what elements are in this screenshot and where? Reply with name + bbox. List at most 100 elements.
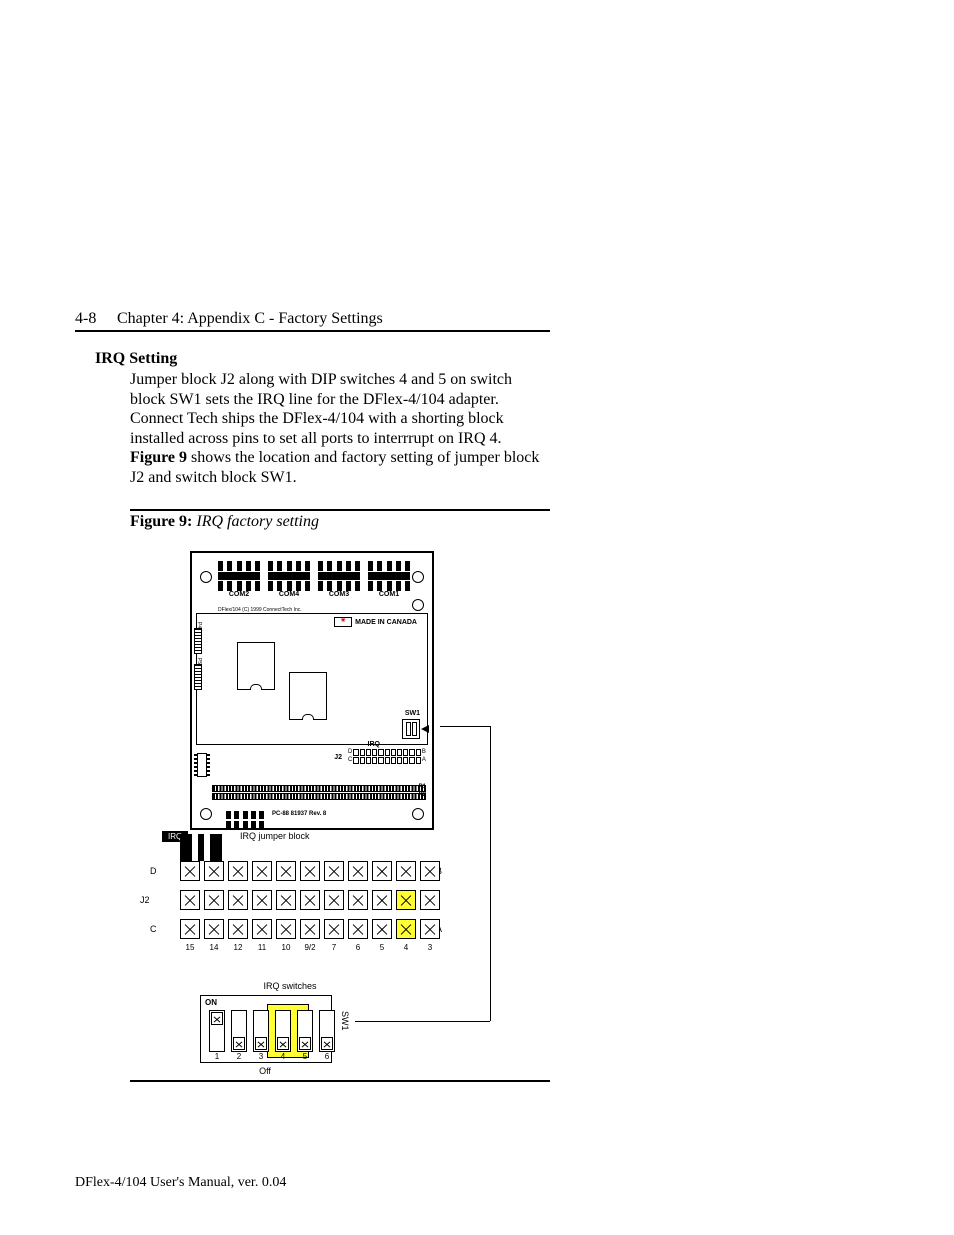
j2-pin bbox=[324, 890, 344, 910]
switch-num: 2 bbox=[231, 1052, 247, 1061]
chapter-title: Chapter 4: Appendix C - Factory Settings bbox=[117, 310, 383, 328]
com-label: COM2 bbox=[218, 591, 260, 598]
switch-num: 5 bbox=[297, 1052, 313, 1061]
j2-pin bbox=[324, 861, 344, 881]
switch-num: 3 bbox=[253, 1052, 269, 1061]
callout-line bbox=[440, 726, 490, 727]
j2-pin bbox=[180, 861, 200, 881]
mounting-hole bbox=[412, 808, 424, 820]
mounting-hole bbox=[412, 571, 424, 583]
j2-pin bbox=[348, 861, 368, 881]
j2-pin bbox=[252, 919, 272, 939]
j2-pin bbox=[420, 890, 440, 910]
j2-num: 14 bbox=[204, 943, 224, 952]
com-header: COM2 bbox=[218, 561, 260, 598]
chip bbox=[289, 672, 327, 720]
bus-p1: P1 bbox=[419, 784, 426, 790]
j2-mini-label: J2 bbox=[334, 754, 342, 761]
j2-row-mid bbox=[180, 890, 440, 910]
com-header: COM3 bbox=[318, 561, 360, 598]
ic-small bbox=[197, 753, 207, 777]
j2-pin bbox=[420, 861, 440, 881]
j2-pin bbox=[348, 890, 368, 910]
side-connector bbox=[194, 664, 202, 690]
j2-pin bbox=[276, 890, 296, 910]
page-content: 4-8 Chapter 4: Appendix C - Factory Sett… bbox=[75, 310, 550, 1101]
j2-pin bbox=[180, 919, 200, 939]
body-figure-ref: Figure 9 bbox=[130, 449, 187, 466]
body-part-3: shows the location and factory setting o… bbox=[130, 449, 539, 486]
dip-switch bbox=[209, 1010, 225, 1052]
arrow-left-icon bbox=[421, 725, 429, 733]
j2-num: 4 bbox=[396, 943, 416, 952]
com-header: COM4 bbox=[268, 561, 310, 598]
figure-area: COM2 COM4 COM3 COM1 DFlex/104 (C) 1999 bbox=[130, 541, 550, 1101]
j2-num: 6 bbox=[348, 943, 368, 952]
j2-pin bbox=[204, 890, 224, 910]
j2-pin bbox=[252, 861, 272, 881]
page-footer: DFlex-4/104 User's Manual, ver. 0.04 bbox=[75, 1175, 286, 1191]
sw1-off-label: Off bbox=[200, 1066, 330, 1076]
j2-numbers: 15141211109/276543 bbox=[180, 943, 440, 952]
sw1-label: SW1 bbox=[405, 710, 420, 717]
j2-pin bbox=[228, 861, 248, 881]
j2-pin bbox=[228, 919, 248, 939]
j2-pin bbox=[180, 890, 200, 910]
row-label-c: C bbox=[150, 924, 157, 934]
bus-connector: P1 P2 bbox=[212, 785, 426, 805]
com-header: COM1 bbox=[368, 561, 410, 598]
j2-pin bbox=[372, 890, 392, 910]
j2-num: 11 bbox=[252, 943, 272, 952]
sw1-detail-title: IRQ switches bbox=[200, 981, 380, 991]
dip-switch bbox=[275, 1010, 291, 1052]
row-label-d: D bbox=[150, 866, 157, 876]
j2-pin bbox=[300, 890, 320, 910]
j2-pin bbox=[276, 919, 296, 939]
j2-num: 5 bbox=[372, 943, 392, 952]
side-label: P4 bbox=[196, 622, 202, 628]
j2-pin bbox=[396, 890, 416, 910]
figure-divider-bottom bbox=[130, 1080, 550, 1082]
j2-pin bbox=[300, 861, 320, 881]
j2-pin bbox=[420, 919, 440, 939]
j2-detail: IRQ IRQ jumper block J2 D C B A 15141211… bbox=[130, 831, 450, 961]
flag-icon: ✳ bbox=[334, 617, 352, 627]
j2-row-c bbox=[180, 919, 440, 939]
j2-pin bbox=[348, 919, 368, 939]
figure-caption: Figure 9: IRQ factory setting bbox=[130, 513, 550, 531]
figure-title: IRQ factory setting bbox=[196, 513, 319, 530]
j2-side-label: J2 bbox=[140, 895, 150, 905]
j2-num: 7 bbox=[324, 943, 344, 952]
dip-switch bbox=[297, 1010, 313, 1052]
sw1-detail: IRQ switches ON 123456 Off SW1 bbox=[200, 981, 380, 1076]
made-in-label: ✳MADE IN CANADA bbox=[334, 617, 417, 627]
j2-num: 3 bbox=[420, 943, 440, 952]
j2-pin bbox=[204, 919, 224, 939]
j2-num: 12 bbox=[228, 943, 248, 952]
switch-num: 1 bbox=[209, 1052, 225, 1061]
figure-number: Figure 9: bbox=[130, 513, 192, 530]
dip-switch bbox=[319, 1010, 335, 1052]
mounting-hole bbox=[200, 571, 212, 583]
callout-line bbox=[490, 726, 491, 1021]
j2-pin bbox=[276, 861, 296, 881]
j2-mini: DB CA bbox=[348, 749, 426, 773]
rev-label: PC-88 81937 Rev. 8 bbox=[272, 811, 326, 817]
j2-pin bbox=[228, 890, 248, 910]
mounting-hole bbox=[412, 599, 424, 611]
com-label: COM3 bbox=[318, 591, 360, 598]
sw1-on-label: ON bbox=[205, 998, 217, 1007]
bus-p2: P2 bbox=[419, 792, 426, 798]
sw1-box: ON 123456 bbox=[200, 995, 332, 1063]
j2-pin bbox=[300, 919, 320, 939]
com-label: COM1 bbox=[368, 591, 410, 598]
j2-pin bbox=[372, 919, 392, 939]
body-part-1: Jumper block J2 along with DIP switches … bbox=[130, 371, 512, 447]
side-label: P5 bbox=[196, 658, 202, 664]
side-connector bbox=[194, 628, 202, 654]
j2-detail-title: IRQ jumper block bbox=[240, 831, 310, 841]
bottom-header bbox=[226, 811, 264, 831]
page-number: 4-8 bbox=[75, 310, 117, 328]
j2-pin bbox=[324, 919, 344, 939]
com-label: COM4 bbox=[268, 591, 310, 598]
